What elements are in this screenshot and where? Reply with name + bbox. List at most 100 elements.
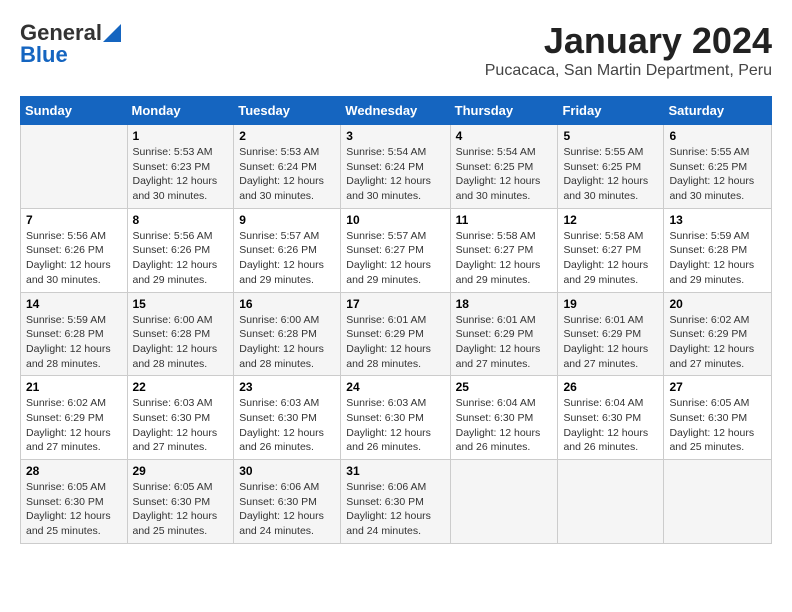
table-row: 9Sunrise: 5:57 AMSunset: 6:26 PMDaylight… xyxy=(234,208,341,292)
day-info: Sunrise: 5:53 AMSunset: 6:23 PMDaylight:… xyxy=(133,145,229,204)
table-row: 21 Sunrise: 6:02 AMSunset: 6:29 PMDayligh… xyxy=(21,376,128,460)
table-row: 1 Sunrise: 5:53 AMSunset: 6:23 PMDaylight… xyxy=(127,125,234,209)
logo: General Blue xyxy=(20,20,121,68)
day-number: 13 xyxy=(669,213,766,227)
day-number: 10 xyxy=(346,213,444,227)
table-row: 18 Sunrise: 6:01 AMSunset: 6:29 PMDayligh… xyxy=(450,292,558,376)
day-number: 23 xyxy=(239,380,335,394)
table-row xyxy=(450,460,558,544)
table-row: 23 Sunrise: 6:03 AMSunset: 6:30 PMDayligh… xyxy=(234,376,341,460)
col-saturday: Saturday xyxy=(664,97,772,125)
table-row: 24 Sunrise: 6:03 AMSunset: 6:30 PMDayligh… xyxy=(341,376,450,460)
day-number: 14 xyxy=(26,297,122,311)
table-row: 17 Sunrise: 6:01 AMSunset: 6:29 PMDayligh… xyxy=(341,292,450,376)
day-number: 30 xyxy=(239,464,335,478)
table-row: 27 Sunrise: 6:05 AMSunset: 6:30 PMDayligh… xyxy=(664,376,772,460)
day-number: 26 xyxy=(563,380,658,394)
day-info: Sunrise: 6:04 AMSunset: 6:30 PMDaylight:… xyxy=(456,396,553,455)
col-friday: Friday xyxy=(558,97,664,125)
day-number: 21 xyxy=(26,380,122,394)
table-row: 20 Sunrise: 6:02 AMSunset: 6:29 PMDayligh… xyxy=(664,292,772,376)
day-info: Sunrise: 5:53 AMSunset: 6:24 PMDaylight:… xyxy=(239,145,335,204)
table-row: 15 Sunrise: 6:00 AMSunset: 6:28 PMDayligh… xyxy=(127,292,234,376)
day-number: 29 xyxy=(133,464,229,478)
table-row: 12 Sunrise: 5:58 AMSunset: 6:27 PMDayligh… xyxy=(558,208,664,292)
table-row xyxy=(21,125,128,209)
table-row: 25 Sunrise: 6:04 AMSunset: 6:30 PMDayligh… xyxy=(450,376,558,460)
day-info: Sunrise: 6:00 AMSunset: 6:28 PMDaylight:… xyxy=(133,313,229,372)
day-info: Sunrise: 6:03 AMSunset: 6:30 PMDaylight:… xyxy=(239,396,335,455)
day-number: 18 xyxy=(456,297,553,311)
day-number: 15 xyxy=(133,297,229,311)
table-row xyxy=(664,460,772,544)
day-number: 28 xyxy=(26,464,122,478)
table-row: 29Sunrise: 6:05 AMSunset: 6:30 PMDayligh… xyxy=(127,460,234,544)
day-info: Sunrise: 6:03 AMSunset: 6:30 PMDaylight:… xyxy=(133,396,229,455)
calendar-header-row: Sunday Monday Tuesday Wednesday Thursday… xyxy=(21,97,772,125)
day-number: 7 xyxy=(26,213,122,227)
calendar-week-row: 21 Sunrise: 6:02 AMSunset: 6:29 PMDayligh… xyxy=(21,376,772,460)
calendar-week-row: 7Sunrise: 5:56 AMSunset: 6:26 PMDaylight… xyxy=(21,208,772,292)
day-number: 17 xyxy=(346,297,444,311)
page-header: General Blue January 2024 Pucacaca, San … xyxy=(20,20,772,80)
table-row: 19Sunrise: 6:01 AMSunset: 6:29 PMDayligh… xyxy=(558,292,664,376)
day-number: 11 xyxy=(456,213,553,227)
day-info: Sunrise: 6:05 AMSunset: 6:30 PMDaylight:… xyxy=(669,396,766,455)
day-number: 4 xyxy=(456,129,553,143)
calendar-week-row: 14Sunrise: 5:59 AMSunset: 6:28 PMDayligh… xyxy=(21,292,772,376)
day-info: Sunrise: 5:54 AMSunset: 6:25 PMDaylight:… xyxy=(456,145,553,204)
day-number: 2 xyxy=(239,129,335,143)
table-row: 4 Sunrise: 5:54 AMSunset: 6:25 PMDaylight… xyxy=(450,125,558,209)
day-number: 1 xyxy=(133,129,229,143)
table-row: 2 Sunrise: 5:53 AMSunset: 6:24 PMDaylight… xyxy=(234,125,341,209)
day-number: 8 xyxy=(133,213,229,227)
day-number: 27 xyxy=(669,380,766,394)
day-info: Sunrise: 5:57 AMSunset: 6:27 PMDaylight:… xyxy=(346,229,444,288)
day-info: Sunrise: 5:58 AMSunset: 6:27 PMDaylight:… xyxy=(563,229,658,288)
day-number: 3 xyxy=(346,129,444,143)
day-info: Sunrise: 5:54 AMSunset: 6:24 PMDaylight:… xyxy=(346,145,444,204)
table-row: 7Sunrise: 5:56 AMSunset: 6:26 PMDaylight… xyxy=(21,208,128,292)
day-number: 12 xyxy=(563,213,658,227)
day-info: Sunrise: 6:01 AMSunset: 6:29 PMDaylight:… xyxy=(456,313,553,372)
table-row: 22 Sunrise: 6:03 AMSunset: 6:30 PMDayligh… xyxy=(127,376,234,460)
day-info: Sunrise: 6:06 AMSunset: 6:30 PMDaylight:… xyxy=(346,480,444,539)
day-info: Sunrise: 6:02 AMSunset: 6:29 PMDaylight:… xyxy=(26,396,122,455)
table-row xyxy=(558,460,664,544)
day-number: 19 xyxy=(563,297,658,311)
day-number: 16 xyxy=(239,297,335,311)
day-number: 22 xyxy=(133,380,229,394)
day-number: 20 xyxy=(669,297,766,311)
table-row: 14Sunrise: 5:59 AMSunset: 6:28 PMDayligh… xyxy=(21,292,128,376)
table-row: 13Sunrise: 5:59 AMSunset: 6:28 PMDayligh… xyxy=(664,208,772,292)
table-row: 6Sunrise: 5:55 AMSunset: 6:25 PMDaylight… xyxy=(664,125,772,209)
day-number: 5 xyxy=(563,129,658,143)
day-number: 25 xyxy=(456,380,553,394)
col-sunday: Sunday xyxy=(21,97,128,125)
day-info: Sunrise: 6:01 AMSunset: 6:29 PMDaylight:… xyxy=(346,313,444,372)
day-info: Sunrise: 6:04 AMSunset: 6:30 PMDaylight:… xyxy=(563,396,658,455)
table-row: 28 Sunrise: 6:05 AMSunset: 6:30 PMDayligh… xyxy=(21,460,128,544)
table-row: 31 Sunrise: 6:06 AMSunset: 6:30 PMDayligh… xyxy=(341,460,450,544)
day-info: Sunrise: 6:06 AMSunset: 6:30 PMDaylight:… xyxy=(239,480,335,539)
month-title: January 2024 xyxy=(485,20,772,62)
day-info: Sunrise: 5:55 AMSunset: 6:25 PMDaylight:… xyxy=(669,145,766,204)
col-wednesday: Wednesday xyxy=(341,97,450,125)
day-info: Sunrise: 6:02 AMSunset: 6:29 PMDaylight:… xyxy=(669,313,766,372)
day-info: Sunrise: 6:03 AMSunset: 6:30 PMDaylight:… xyxy=(346,396,444,455)
day-info: Sunrise: 6:05 AMSunset: 6:30 PMDaylight:… xyxy=(26,480,122,539)
table-row: 16 Sunrise: 6:00 AMSunset: 6:28 PMDayligh… xyxy=(234,292,341,376)
table-row: 26 Sunrise: 6:04 AMSunset: 6:30 PMDayligh… xyxy=(558,376,664,460)
logo-icon xyxy=(103,24,121,42)
day-info: Sunrise: 6:00 AMSunset: 6:28 PMDaylight:… xyxy=(239,313,335,372)
col-thursday: Thursday xyxy=(450,97,558,125)
col-tuesday: Tuesday xyxy=(234,97,341,125)
day-number: 31 xyxy=(346,464,444,478)
day-info: Sunrise: 5:55 AMSunset: 6:25 PMDaylight:… xyxy=(563,145,658,204)
day-info: Sunrise: 5:57 AMSunset: 6:26 PMDaylight:… xyxy=(239,229,335,288)
table-row: 11 Sunrise: 5:58 AMSunset: 6:27 PMDayligh… xyxy=(450,208,558,292)
location-text: Pucacaca, San Martin Department, Peru xyxy=(485,62,772,80)
calendar-week-row: 1 Sunrise: 5:53 AMSunset: 6:23 PMDaylight… xyxy=(21,125,772,209)
day-info: Sunrise: 5:58 AMSunset: 6:27 PMDaylight:… xyxy=(456,229,553,288)
day-number: 24 xyxy=(346,380,444,394)
